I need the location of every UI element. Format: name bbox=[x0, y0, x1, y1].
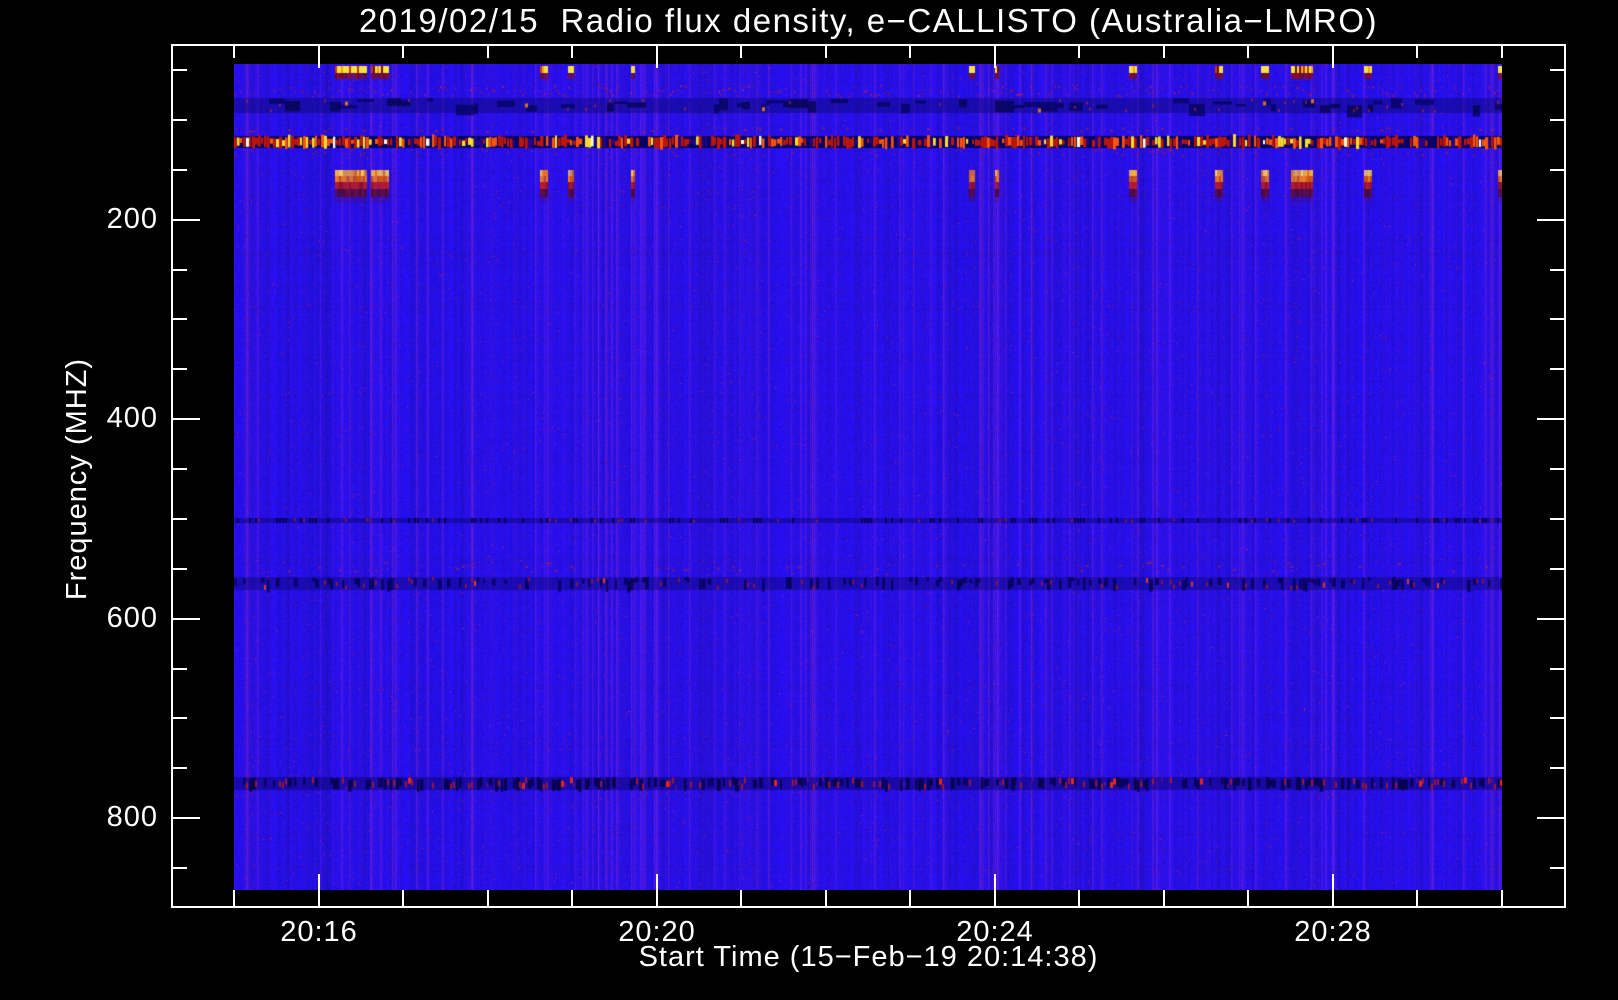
x-major-tick bbox=[656, 874, 658, 906]
y-major-tick bbox=[173, 418, 200, 420]
x-minor-tick bbox=[571, 46, 573, 58]
y-minor-tick bbox=[173, 518, 187, 520]
x-minor-tick bbox=[740, 46, 742, 58]
y-minor-tick bbox=[173, 169, 187, 171]
x-minor-tick bbox=[1247, 890, 1249, 906]
y-major-tick bbox=[1537, 618, 1564, 620]
y-minor-tick bbox=[1550, 668, 1564, 670]
x-major-tick bbox=[1332, 46, 1334, 68]
y-minor-tick bbox=[173, 867, 187, 869]
x-minor-tick bbox=[487, 890, 489, 906]
x-minor-tick bbox=[1078, 890, 1080, 906]
y-tick-label: 200 bbox=[106, 203, 158, 235]
y-minor-tick bbox=[173, 668, 187, 670]
y-minor-tick bbox=[173, 269, 187, 271]
y-minor-tick bbox=[173, 568, 187, 570]
x-minor-tick bbox=[233, 46, 235, 58]
spectrogram-chart: 2019/02/15 Radio flux density, e−CALLIST… bbox=[0, 0, 1618, 1000]
chart-title: 2019/02/15 Radio flux density, e−CALLIST… bbox=[358, 2, 1379, 39]
x-minor-tick bbox=[909, 890, 911, 906]
y-minor-tick bbox=[173, 717, 187, 719]
x-major-tick bbox=[318, 46, 320, 68]
x-minor-tick bbox=[825, 890, 827, 906]
x-minor-tick bbox=[825, 46, 827, 58]
y-major-tick bbox=[1537, 219, 1564, 221]
x-major-tick bbox=[994, 874, 996, 906]
screen: { "chart_data": { "type": "heatmap", "va… bbox=[0, 0, 1618, 1000]
y-minor-tick bbox=[1550, 867, 1564, 869]
x-minor-tick bbox=[402, 890, 404, 906]
y-minor-tick bbox=[173, 468, 187, 470]
x-minor-tick bbox=[1247, 46, 1249, 58]
y-minor-tick bbox=[1550, 717, 1564, 719]
y-tick-label: 400 bbox=[106, 402, 158, 434]
y-minor-tick bbox=[1550, 169, 1564, 171]
y-tick-label: 600 bbox=[106, 602, 158, 634]
y-minor-tick bbox=[1550, 568, 1564, 570]
x-minor-tick bbox=[233, 890, 235, 906]
x-minor-tick bbox=[402, 46, 404, 58]
x-minor-tick bbox=[1163, 46, 1165, 58]
x-major-tick bbox=[994, 46, 996, 68]
y-minor-tick bbox=[1550, 269, 1564, 271]
x-minor-tick bbox=[1078, 46, 1080, 58]
y-tick-label: 800 bbox=[106, 801, 158, 833]
x-axis-title: Start Time (15−Feb−19 20:14:38) bbox=[638, 941, 1099, 973]
y-minor-tick bbox=[1550, 119, 1564, 121]
x-minor-tick bbox=[909, 46, 911, 58]
y-minor-tick bbox=[1550, 69, 1564, 71]
y-minor-tick bbox=[1550, 518, 1564, 520]
x-minor-tick bbox=[571, 890, 573, 906]
y-major-tick bbox=[173, 817, 200, 819]
y-minor-tick bbox=[173, 368, 187, 370]
y-minor-tick bbox=[1550, 368, 1564, 370]
y-minor-tick bbox=[173, 119, 187, 121]
x-major-tick bbox=[1332, 874, 1334, 906]
y-major-tick bbox=[1537, 817, 1564, 819]
y-major-tick bbox=[173, 219, 200, 221]
y-minor-tick bbox=[173, 69, 187, 71]
x-major-tick bbox=[318, 874, 320, 906]
y-minor-tick bbox=[173, 767, 187, 769]
x-minor-tick bbox=[487, 46, 489, 58]
x-minor-tick bbox=[1163, 890, 1165, 906]
y-minor-tick bbox=[1550, 468, 1564, 470]
x-minor-tick bbox=[1416, 890, 1418, 906]
x-minor-tick bbox=[1501, 890, 1503, 906]
y-minor-tick bbox=[1550, 318, 1564, 320]
y-major-tick bbox=[1537, 418, 1564, 420]
y-minor-tick bbox=[1550, 767, 1564, 769]
x-major-tick bbox=[656, 46, 658, 68]
y-minor-tick bbox=[173, 318, 187, 320]
x-minor-tick bbox=[740, 890, 742, 906]
x-minor-tick bbox=[1501, 46, 1503, 58]
x-minor-tick bbox=[1416, 46, 1418, 58]
y-major-tick bbox=[173, 618, 200, 620]
spectrogram-image bbox=[234, 64, 1502, 890]
